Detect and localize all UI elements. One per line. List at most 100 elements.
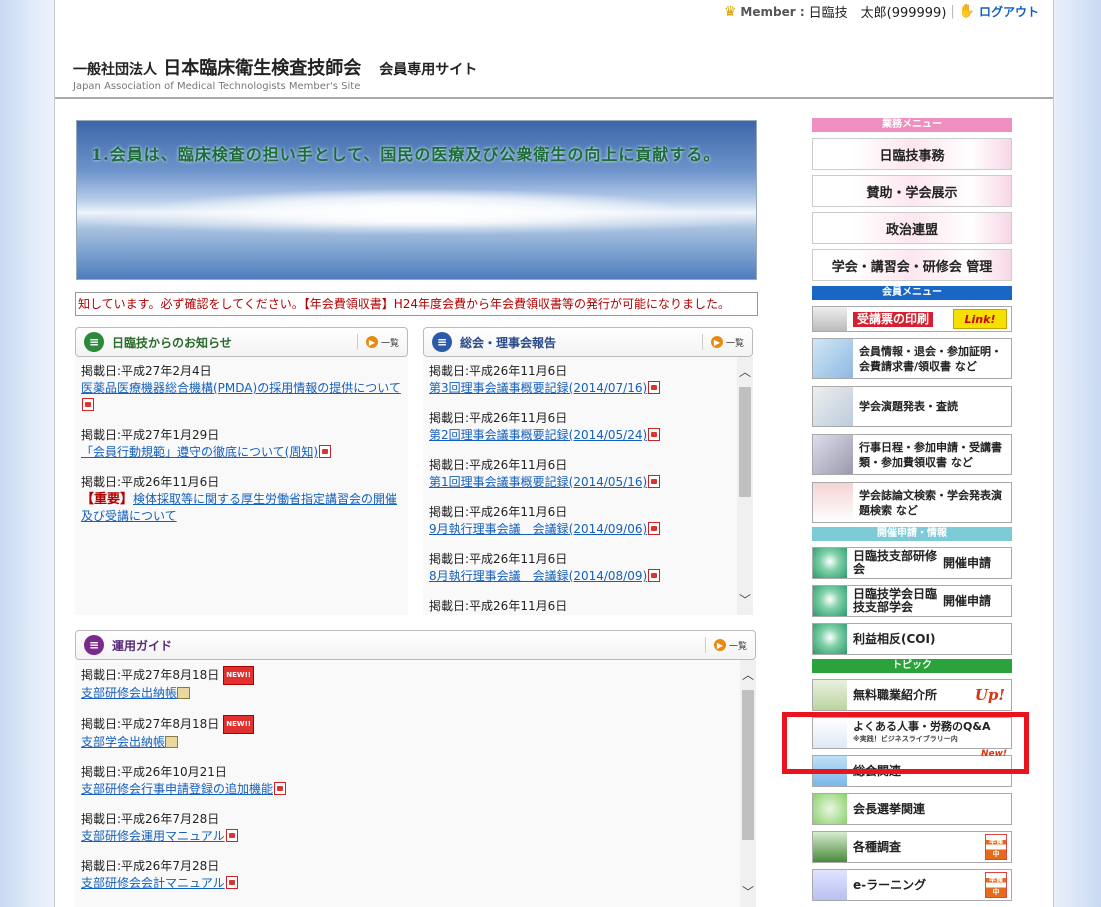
topic-menu-header: トピック [812,659,1012,673]
list-item: 掲載日:平成26年11月6日 第2回理事会議事概要記録(2014/05/24) [429,410,747,444]
arrow-right-icon: ▶ [713,639,726,651]
right-sidebar: 業務メニュー 日臨技事務 賛助・学会展示 政治連盟 学会・講習会・研修会 管理 … [812,118,1012,907]
guide-link[interactable]: 支部研修会会計マニュアル [81,876,225,890]
site-logo[interactable]: 一般社団法人 日本臨床衛生検査技師会 会員専用サイト Japan Associa… [73,54,477,92]
scroll-down-icon: ﹀ [738,593,751,607]
news-panel: ≡ 日臨技からのお知らせ ▶ 一覧 掲載日:平成27年2月4日 医薬品医療機器総合… [75,327,408,617]
menu-member-info[interactable]: 会員情報・退会・参加証明・会費請求書/領収書 など [812,338,1012,379]
board-link[interactable]: 第3回理事会議事概要記録(2014/07/16) [429,381,647,395]
list-item: 掲載日:平成26年11月6日 8月執行理事会議 会議録(2014/08/09) [429,551,747,585]
news-link[interactable]: 医薬品医療機器総合機構(PMDA)の採用情報の提供について [81,381,401,395]
guide-panel-header: ≡ 運用ガイド ▶ 一覧 [75,630,756,660]
banner-text: 1.会員は、臨床検査の担い手として、国民の医療及び公衆衛生の向上に貢献する。 [91,145,721,164]
scroll-up-icon: ︿ [741,668,754,682]
guide-link[interactable]: 支部研修会出納帳 [81,686,177,700]
guide-link[interactable]: 支部研修会行事申請登録の追加機能 [81,782,273,796]
guide-list: 掲載日:平成27年8月18日 NEW!! 支部研修会出納帳 掲載日:平成27年8月1… [75,660,756,907]
menu-political[interactable]: 政治連盟 [812,212,1012,244]
divider: | [950,4,955,19]
pdf-icon [225,829,238,842]
menu-job-placement[interactable]: 無料職業紹介所 Up! [812,679,1012,711]
member-name: 日臨技 太郎(999999) [808,6,947,21]
pdf-icon [648,381,661,394]
crown-icon: ♛ [723,3,737,20]
news-list: 掲載日:平成27年2月4日 医薬品医療機器総合機構(PMDA)の採用情報の提供に… [75,357,408,615]
board-list: 掲載日:平成26年11月6日 第3回理事会議事概要記録(2014/07/16) 掲… [423,357,753,615]
list-item: 掲載日:平成26年11月6日 [429,599,568,613]
board-panel-title: 総会・理事会報告 [460,335,557,350]
new-badge: NEW!! [223,715,254,734]
up-badge: Up! [974,685,1005,704]
menu-journal-search[interactable]: 学会誌論文検索・学会発表演題検索 など [812,482,1012,523]
under-construction-badge: 準備中 [985,872,1007,898]
menu-sponsor[interactable]: 賛助・学会展示 [812,175,1012,207]
scroll-thumb [742,690,754,840]
under-construction-badge: 準備中 [985,834,1007,860]
board-link[interactable]: 第1回理事会議事概要記録(2014/05/16) [429,475,647,489]
scroll-thumb [739,387,751,497]
news-panel-header: ≡ 日臨技からのお知らせ ▶ 一覧 [75,327,408,357]
important-tag: 【重要】 [81,492,134,507]
board-panel-header: ≡ 総会・理事会報告 ▶ 一覧 [423,327,753,357]
menu-event-schedule[interactable]: 行事日程・参加申請・受講書類・参加費領収書 など [812,434,1012,475]
event-menu-header: 開催申請・情報 [812,527,1012,541]
pdf-icon [274,782,287,795]
menu-presentation[interactable]: 学会演題発表・査読 [812,386,1012,427]
business-menu-header: 業務メニュー [812,118,1012,132]
guide-scrollbar[interactable]: ︿ ﹀ [740,660,756,907]
scroll-up-icon: ︿ [738,365,751,379]
news-more-link[interactable]: ▶ 一覧 [356,334,407,350]
site-name: 会員専用サイト [379,62,478,78]
menu-election[interactable]: 会長選挙関連 [812,793,1012,825]
menu-e-learning[interactable]: e-ラーニング 準備中 [812,869,1012,901]
board-link[interactable]: 9月執行理事会議 会議録(2014/09/06) [429,522,647,536]
guide-link[interactable]: 支部学会出納帳 [81,735,165,749]
menu-ticket-print[interactable]: 受講票の印刷 Link! [812,306,1012,332]
guide-panel-title: 運用ガイド [112,638,173,653]
member-info: ♛ Member : 日臨技 太郎(999999) | ✋ ログアウト [723,2,1039,22]
arrow-right-icon: ▶ [365,336,378,348]
highlight-box [782,712,1029,774]
ticket-thumb [813,307,847,331]
pdf-icon [319,445,332,458]
list-item: 掲載日:平成27年1月29日 「会員行動規範」遵守の徹底について(周知) [81,427,402,461]
pdf-icon [648,475,661,488]
logout-link[interactable]: ログアウト [979,3,1039,20]
new-badge: NEW!! [223,666,254,685]
layers-icon: ≡ [84,332,104,352]
org-name: 日本臨床衛生検査技師会 [163,58,362,79]
guide-link[interactable]: 支部研修会運用マニュアル [81,829,225,843]
menu-branch-seminar[interactable]: 日臨技支部研修会 開催申請 [812,547,1012,579]
member-label: Member : [740,4,805,19]
list-item: 掲載日:平成26年11月6日 第3回理事会議事概要記録(2014/07/16) [429,363,747,397]
list-item: 掲載日:平成27年2月4日 医薬品医療機器総合機構(PMDA)の採用情報の提供に… [81,363,402,414]
list-item: 掲載日:平成26年11月6日 9月執行理事会議 会議録(2014/09/06) [429,504,747,538]
guide-panel: ≡ 運用ガイド ▶ 一覧 掲載日:平成27年8月18日 NEW!! 支部研修会出納帳 … [75,630,756,907]
menu-coi[interactable]: 利益相反(COI) [812,623,1012,655]
news-ticker[interactable]: 知しています。必ず確認をしてください。【年会費領収書】H24年度会費から年会費領… [75,292,758,316]
menu-conference-admin[interactable]: 学会・講習会・研修会 管理 [812,249,1012,281]
org-prefix: 一般社団法人 [73,62,157,78]
hand-icon: ✋ [958,4,975,19]
org-english-name: Japan Association of Medical Technologis… [73,81,361,92]
pdf-icon [648,522,661,535]
menu-office[interactable]: 日臨技事務 [812,138,1012,170]
menu-branch-conference[interactable]: 日臨技学会日臨技支部学会 開催申請 [812,585,1012,617]
menu-survey[interactable]: 各種調査 準備中 [812,831,1012,863]
pdf-icon [225,876,238,889]
board-link[interactable]: 第2回理事会議事概要記録(2014/05/24) [429,428,647,442]
board-scrollbar[interactable]: ︿ ﹀ [737,357,753,615]
board-link[interactable]: 8月執行理事会議 会議録(2014/08/09) [429,569,647,583]
book-icon [165,736,179,748]
pdf-icon [648,428,661,441]
layers-icon: ≡ [432,332,452,352]
pdf-icon [82,398,94,411]
board-more-link[interactable]: ▶ 一覧 [701,334,752,350]
list-item: 掲載日:平成26年11月6日 第1回理事会議事概要記録(2014/05/16) [429,457,747,491]
scroll-down-icon: ﹀ [741,885,754,899]
guide-more-link[interactable]: ▶ 一覧 [704,637,755,653]
news-panel-title: 日臨技からのお知らせ [112,335,232,350]
link-badge: Link! [953,309,1007,329]
news-link[interactable]: 「会員行動規範」遵守の徹底について(周知) [81,445,318,459]
hero-banner: 1.会員は、臨床検査の担い手として、国民の医療及び公衆衛生の向上に貢献する。 [76,120,757,280]
